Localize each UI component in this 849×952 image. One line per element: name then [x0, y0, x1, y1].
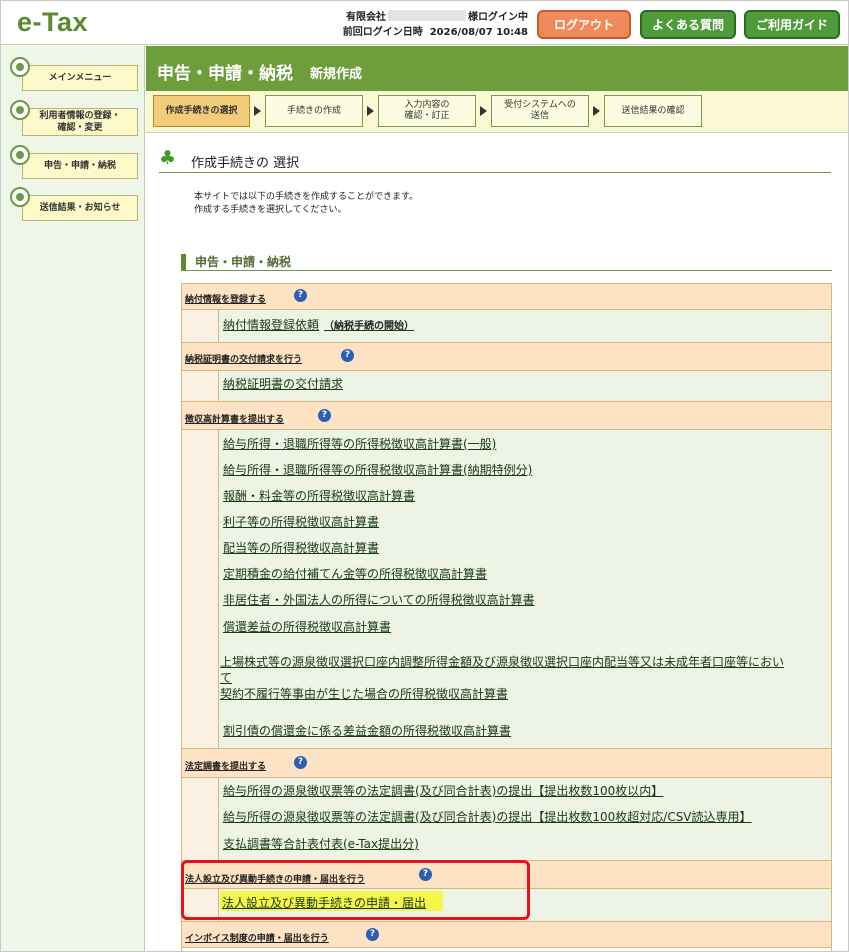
header: e-Tax 有限会社 様ログイン中 前回ログイン日時 2026/08/07 10:…	[1, 1, 848, 45]
help-icon[interactable]: ?	[294, 289, 307, 302]
step-arrow-icon	[480, 106, 487, 116]
category-heading: 申告・申請・納税	[181, 251, 832, 271]
list-item[interactable]: 利子等の所得税徴収高計算書	[223, 513, 379, 530]
group-indent	[182, 778, 219, 860]
section-heading: ♣ 作成手続きの 選択	[159, 147, 831, 173]
last-login-label: 前回ログイン日時	[342, 27, 423, 38]
group-indent	[182, 310, 219, 342]
step-result: 送信結果の確認	[604, 95, 702, 127]
list-item[interactable]: 償還差益の所得税徴収高計算書	[223, 618, 391, 635]
clover-icon: ♣	[159, 147, 177, 169]
list-item[interactable]: 上場株式等の源泉徴収選択口座内調整所得金額及び源泉徴収選択口座内配当等又は未成年…	[220, 654, 784, 686]
sidebar-item-label-line1: 利用者情報の登録・	[39, 111, 121, 121]
list-item[interactable]: 割引債の償還金に係る差益金額の所得税徴収高計算書	[223, 722, 511, 739]
group-heading-link[interactable]: 徴収高計算書を提出する	[185, 412, 284, 425]
list-item-label-line2[interactable]: て	[220, 671, 232, 685]
help-icon[interactable]: ?	[294, 756, 307, 769]
list-item[interactable]: 納税証明書の交付請求	[223, 375, 343, 392]
home-icon	[10, 57, 30, 77]
group-heading-link[interactable]: 納付情報を登録する	[185, 292, 266, 305]
app-window: e-Tax 有限会社 様ログイン中 前回ログイン日時 2026/08/07 10:…	[0, 0, 849, 952]
group-heading-link[interactable]: 納税証明書の交付請求を行う	[185, 352, 302, 365]
step-confirm-line2: 確認・訂正	[404, 111, 450, 121]
group-header: 納付情報を登録する ?	[182, 284, 831, 310]
group-body: 給与所得の源泉徴収票等の法定調書(及び同合計表)の提出【提出枚数100枚以内】 …	[182, 778, 831, 860]
progress-steps: 作成手続きの選択 手続きの作成 入力内容の 確認・訂正 受付システムへの 送信 送信…	[146, 91, 848, 133]
page-title: 申告・申請・納税	[157, 64, 293, 84]
group-body: 納税証明書の交付請求	[182, 371, 831, 401]
login-info: 有限会社 様ログイン中 前回ログイン日時 2026/08/07 10:48	[343, 10, 528, 40]
clock-icon	[10, 145, 30, 165]
user-settings-icon	[10, 100, 30, 120]
step-arrow-icon	[367, 106, 374, 116]
intro-text: 本サイトでは以下の手続きを作成することができます。 作成する手続きを選択してくだ…	[194, 191, 418, 217]
group-header: 徴収高計算書を提出する ?	[182, 402, 831, 430]
step-send: 受付システムへの 送信	[491, 95, 589, 127]
list-item-label[interactable]: 納付情報登録依頼	[223, 318, 319, 332]
group-payment-info: 納付情報を登録する ? 納付情報登録依頼 （納税手続の開始）	[181, 283, 832, 343]
company-prefix: 有限会社	[346, 12, 386, 23]
list-item[interactable]: 定期積金の給付補てん金等の所得税徴収高計算書	[223, 565, 487, 582]
intro-line: 作成する手続きを選択してください。	[194, 205, 347, 215]
list-item[interactable]: 契約不履行等事由が生じた場合の所得税徴収高計算書	[220, 685, 508, 702]
sidebar-item-label: 利用者情報の登録・ 確認・変更	[22, 108, 138, 136]
sidebar-item-label-line2: 確認・変更	[57, 123, 103, 133]
page-title-bar: 申告・申請・納税 新規作成	[146, 46, 848, 91]
list-item[interactable]: 給与所得の源泉徴収票等の法定調書(及び同合計表)の提出【提出枚数100枚以内】	[223, 782, 663, 799]
notification-icon	[10, 187, 30, 207]
help-icon[interactable]: ?	[318, 409, 331, 422]
page-subtitle: 新規作成	[310, 67, 363, 82]
list-item-label-line1[interactable]: 上場株式等の源泉徴収選択口座内調整所得金額及び源泉徴収選択口座内配当等又は未成年…	[220, 655, 784, 669]
list-item[interactable]: 支払調書等合計表付表(e-Tax提出分)	[223, 835, 419, 852]
group-header: 納税証明書の交付請求を行う ?	[182, 343, 831, 371]
section-title: 作成手続きの 選択	[191, 156, 300, 171]
step-select: 作成手続きの選択	[153, 95, 250, 127]
logout-button[interactable]: ログアウト	[537, 10, 631, 39]
list-item[interactable]: 非居住者・外国法人の所得についての所得税徴収高計算書	[223, 591, 535, 608]
step-send-line1: 受付システムへの	[504, 100, 576, 110]
step-arrow-icon	[254, 106, 261, 116]
group-heading-link[interactable]: インボイス制度の申請・届出を行う	[185, 931, 329, 944]
group-body: 納付情報登録依頼 （納税手続の開始）	[182, 310, 831, 342]
list-item[interactable]: 給与所得・退職所得等の所得税徴収高計算書(一般)	[223, 435, 496, 452]
list-item[interactable]: 報酬・料金等の所得税徴収高計算書	[223, 487, 415, 504]
group-tax-certificate: 納税証明書の交付請求を行う ? 納税証明書の交付請求	[181, 342, 832, 402]
group-withholding-statements: 徴収高計算書を提出する ? 給与所得・退職所得等の所得税徴収高計算書(一般) 給…	[181, 401, 832, 749]
faq-button[interactable]: よくある質問	[640, 10, 736, 39]
category-marker	[181, 254, 186, 270]
sidebar: メインメニュー 利用者情報の登録・ 確認・変更 申告・申請・納税 送信結果・お知ら…	[1, 46, 145, 951]
group-header: 法定調書を提出する ?	[182, 749, 831, 778]
list-item[interactable]: 給与所得・退職所得等の所得税徴収高計算書(納期特例分)	[223, 461, 532, 478]
group-header: インボイス制度の申請・届出を行う ?	[182, 922, 831, 948]
step-confirm-line1: 入力内容の	[404, 100, 450, 110]
list-item[interactable]: 配当等の所得税徴収高計算書	[223, 539, 379, 556]
group-invoice-system: インボイス制度の申請・届出を行う ?	[181, 921, 832, 951]
step-arrow-icon	[593, 106, 600, 116]
category-title: 申告・申請・納税	[195, 255, 292, 269]
highlight-annotation	[181, 860, 530, 920]
redacted-company-name	[388, 10, 466, 21]
list-item-note: （納税手続の開始）	[324, 321, 415, 332]
sidebar-item-label: メインメニュー	[22, 65, 138, 91]
group-body: 給与所得・退職所得等の所得税徴収高計算書(一般) 給与所得・退職所得等の所得税徴…	[182, 430, 831, 748]
etax-logo[interactable]: e-Tax	[17, 7, 88, 38]
login-status: 様ログイン中	[468, 12, 528, 23]
intro-line: 本サイトでは以下の手続きを作成することができます。	[194, 192, 419, 202]
help-icon[interactable]: ?	[366, 928, 379, 941]
step-create: 手続きの作成	[265, 95, 363, 127]
sidebar-item-label: 申告・申請・納税	[22, 153, 138, 179]
list-item[interactable]: 給与所得の源泉徴収票等の法定調書(及び同合計表)の提出【提出枚数100枚超対応/…	[223, 808, 752, 825]
group-legal-reports: 法定調書を提出する ? 給与所得の源泉徴収票等の法定調書(及び同合計表)の提出【…	[181, 748, 832, 861]
group-indent	[182, 430, 219, 748]
step-send-line2: 送信	[530, 111, 549, 121]
sidebar-item-label: 送信結果・お知らせ	[22, 195, 138, 221]
group-indent	[182, 371, 219, 401]
step-confirm: 入力内容の 確認・訂正	[378, 95, 476, 127]
help-icon[interactable]: ?	[341, 349, 354, 362]
guide-button[interactable]: ご利用ガイド	[744, 10, 840, 39]
list-item[interactable]: 納付情報登録依頼 （納税手続の開始）	[223, 316, 414, 333]
group-heading-link[interactable]: 法定調書を提出する	[185, 759, 266, 772]
last-login-time: 2026/08/07 10:48	[429, 27, 528, 38]
